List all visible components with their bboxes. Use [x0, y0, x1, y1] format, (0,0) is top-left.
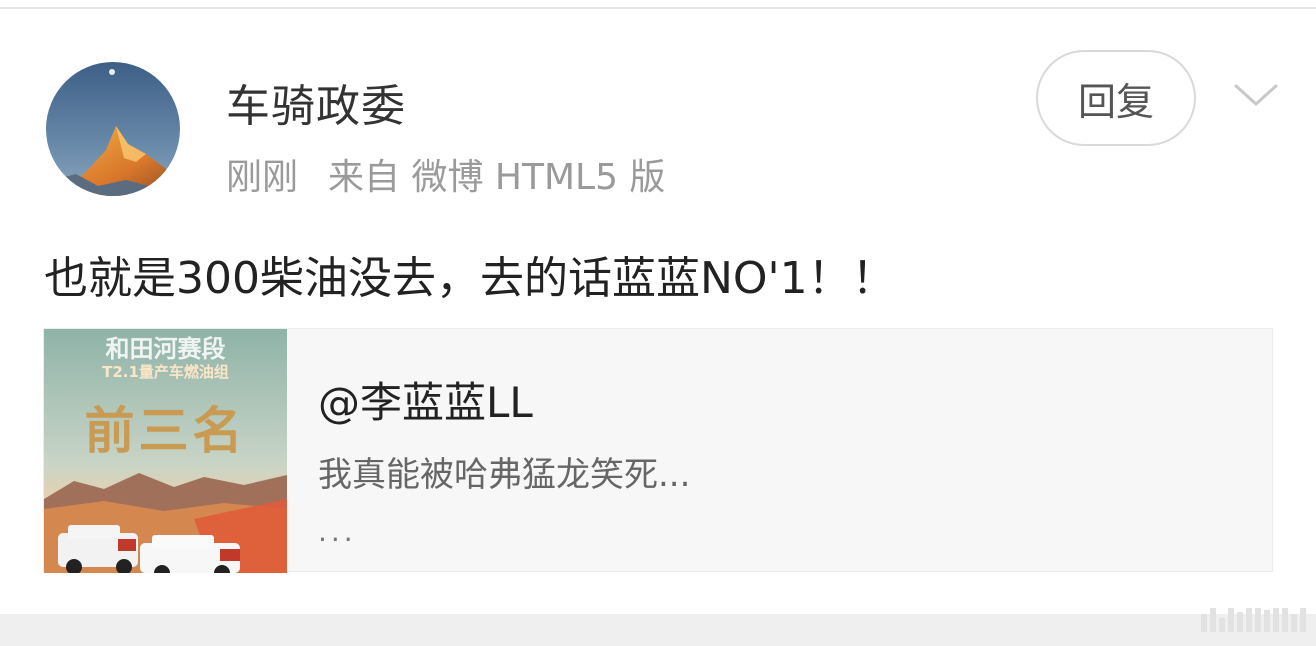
thumbnail-line-2: T2.1量产车燃油组	[102, 363, 229, 381]
post-source[interactable]: 来自 微博 HTML5 版	[328, 157, 665, 198]
reply-button[interactable]: 回复	[1036, 50, 1196, 146]
quoted-post-author[interactable]: @李蓝蓝LL	[318, 369, 533, 430]
top-divider	[0, 0, 1316, 9]
quoted-post-excerpt: 我真能被哈弗猛龙笑死...	[318, 455, 691, 495]
username[interactable]: 车骑政委	[226, 70, 406, 134]
quoted-post-thumbnail[interactable]: 和田河赛段 T2.1量产车燃油组 前三名	[44, 329, 287, 573]
post-meta: 刚刚 来自 微博 HTML5 版	[226, 148, 665, 200]
quoted-post-more: ...	[318, 515, 357, 548]
bottom-bar	[0, 614, 1316, 646]
quoted-post-card[interactable]: 和田河赛段 T2.1量产车燃油组 前三名 @李蓝蓝LL 我真能被哈弗猛龙笑死..…	[43, 328, 1273, 573]
post-time: 刚刚	[226, 157, 299, 198]
chevron-down-icon[interactable]	[1232, 80, 1280, 110]
thumbnail-line-3: 前三名	[84, 401, 247, 460]
thumbnail-line-1: 和田河赛段	[105, 335, 226, 363]
watermark	[1201, 604, 1306, 632]
user-avatar[interactable]	[46, 62, 180, 196]
mountain-sunset-avatar-icon	[46, 62, 180, 196]
post-text: 也就是300柴油没去，去的话蓝蓝NO'1！！	[44, 253, 896, 304]
